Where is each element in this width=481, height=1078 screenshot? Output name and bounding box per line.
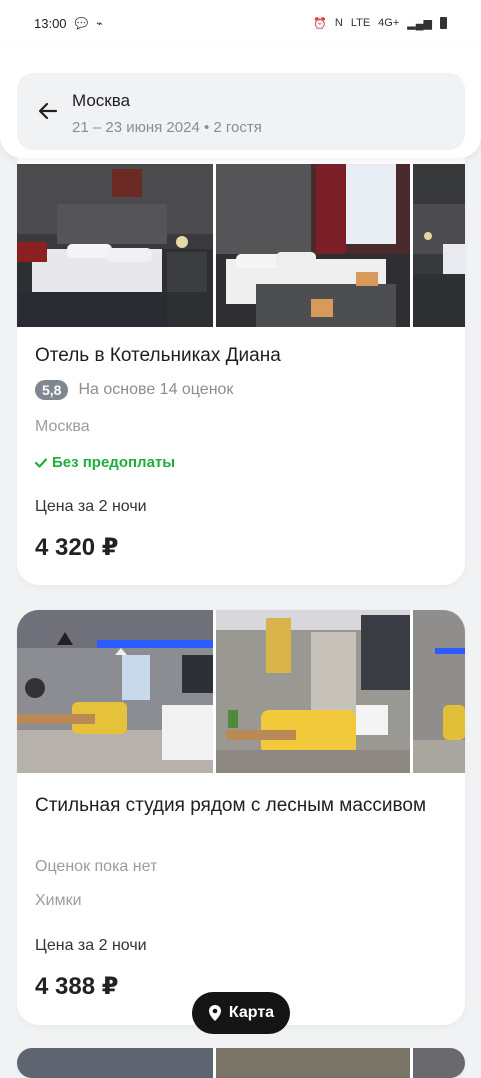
status-left: 13:00 💬 ⌁ bbox=[34, 16, 103, 31]
listing-photo[interactable] bbox=[413, 610, 465, 773]
prepay-label: Без предоплаты bbox=[52, 454, 176, 471]
prepay-badge: Без предоплаты bbox=[35, 454, 175, 471]
signal-icon: ▂▄▆ bbox=[407, 17, 432, 30]
status-time: 13:00 bbox=[34, 15, 67, 31]
listing-city: Москва bbox=[35, 418, 90, 435]
search-summary[interactable]: Москва 21 – 23 июня 2024 • 2 гостя bbox=[17, 73, 465, 150]
rating-text: На основе 14 оценок bbox=[78, 381, 234, 398]
alarm-icon: ⏰ bbox=[313, 17, 327, 30]
listing-photo[interactable] bbox=[216, 164, 410, 327]
listing-title[interactable]: Стильная студия рядом с лесным массивом bbox=[35, 793, 445, 819]
price-value: 4 320 ₽ bbox=[35, 534, 119, 561]
listing-city: Химки bbox=[35, 892, 82, 909]
listing-title[interactable]: Отель в Котельниках Диана bbox=[35, 343, 445, 369]
nfc-icon: N bbox=[334, 17, 343, 29]
rating-badge: 5,8 bbox=[35, 380, 69, 400]
listing-card[interactable]: Стильная студия рядом с лесным массивом … bbox=[17, 610, 465, 1025]
listing-photo[interactable] bbox=[17, 610, 213, 773]
cast-icon: ⌁ bbox=[96, 17, 103, 30]
search-city: Москва bbox=[72, 91, 131, 110]
search-header: Москва 21 – 23 июня 2024 • 2 гостя bbox=[0, 46, 481, 158]
back-arrow-icon[interactable] bbox=[35, 98, 61, 124]
status-right: ⏰ N LTE 4G+ ▂▄▆ bbox=[313, 17, 447, 30]
message-icon: 💬 bbox=[74, 17, 89, 30]
search-dates-guests: 21 – 23 июня 2024 • 2 гостя bbox=[72, 119, 262, 136]
volte-icon: LTE bbox=[350, 17, 371, 29]
map-button-label: Карта bbox=[228, 1004, 275, 1021]
map-button[interactable]: Карта bbox=[192, 992, 290, 1034]
price-label: Цена за 2 ночи bbox=[35, 498, 147, 515]
listing-photo[interactable] bbox=[413, 164, 465, 327]
photo-gallery[interactable] bbox=[17, 610, 465, 773]
rating-row: 5,8 На основе 14 оценок bbox=[35, 380, 233, 400]
price-label: Цена за 2 ночи bbox=[35, 937, 147, 954]
listing-photo[interactable] bbox=[17, 164, 213, 327]
network-type: 4G+ bbox=[378, 17, 400, 29]
check-icon bbox=[35, 457, 47, 468]
listing-card-partial[interactable] bbox=[17, 1048, 465, 1078]
listing-card[interactable]: Отель в Котельниках Диана 5,8 На основе … bbox=[17, 140, 465, 585]
status-bar: 13:00 💬 ⌁ ⏰ N LTE 4G+ ▂▄▆ bbox=[0, 0, 481, 46]
price-value: 4 388 ₽ bbox=[35, 973, 119, 1000]
rating-text: Оценок пока нет bbox=[35, 858, 158, 875]
battery-icon bbox=[440, 17, 447, 29]
listing-photo[interactable] bbox=[216, 610, 410, 773]
photo-gallery[interactable] bbox=[17, 164, 465, 327]
map-pin-icon bbox=[208, 1005, 221, 1021]
